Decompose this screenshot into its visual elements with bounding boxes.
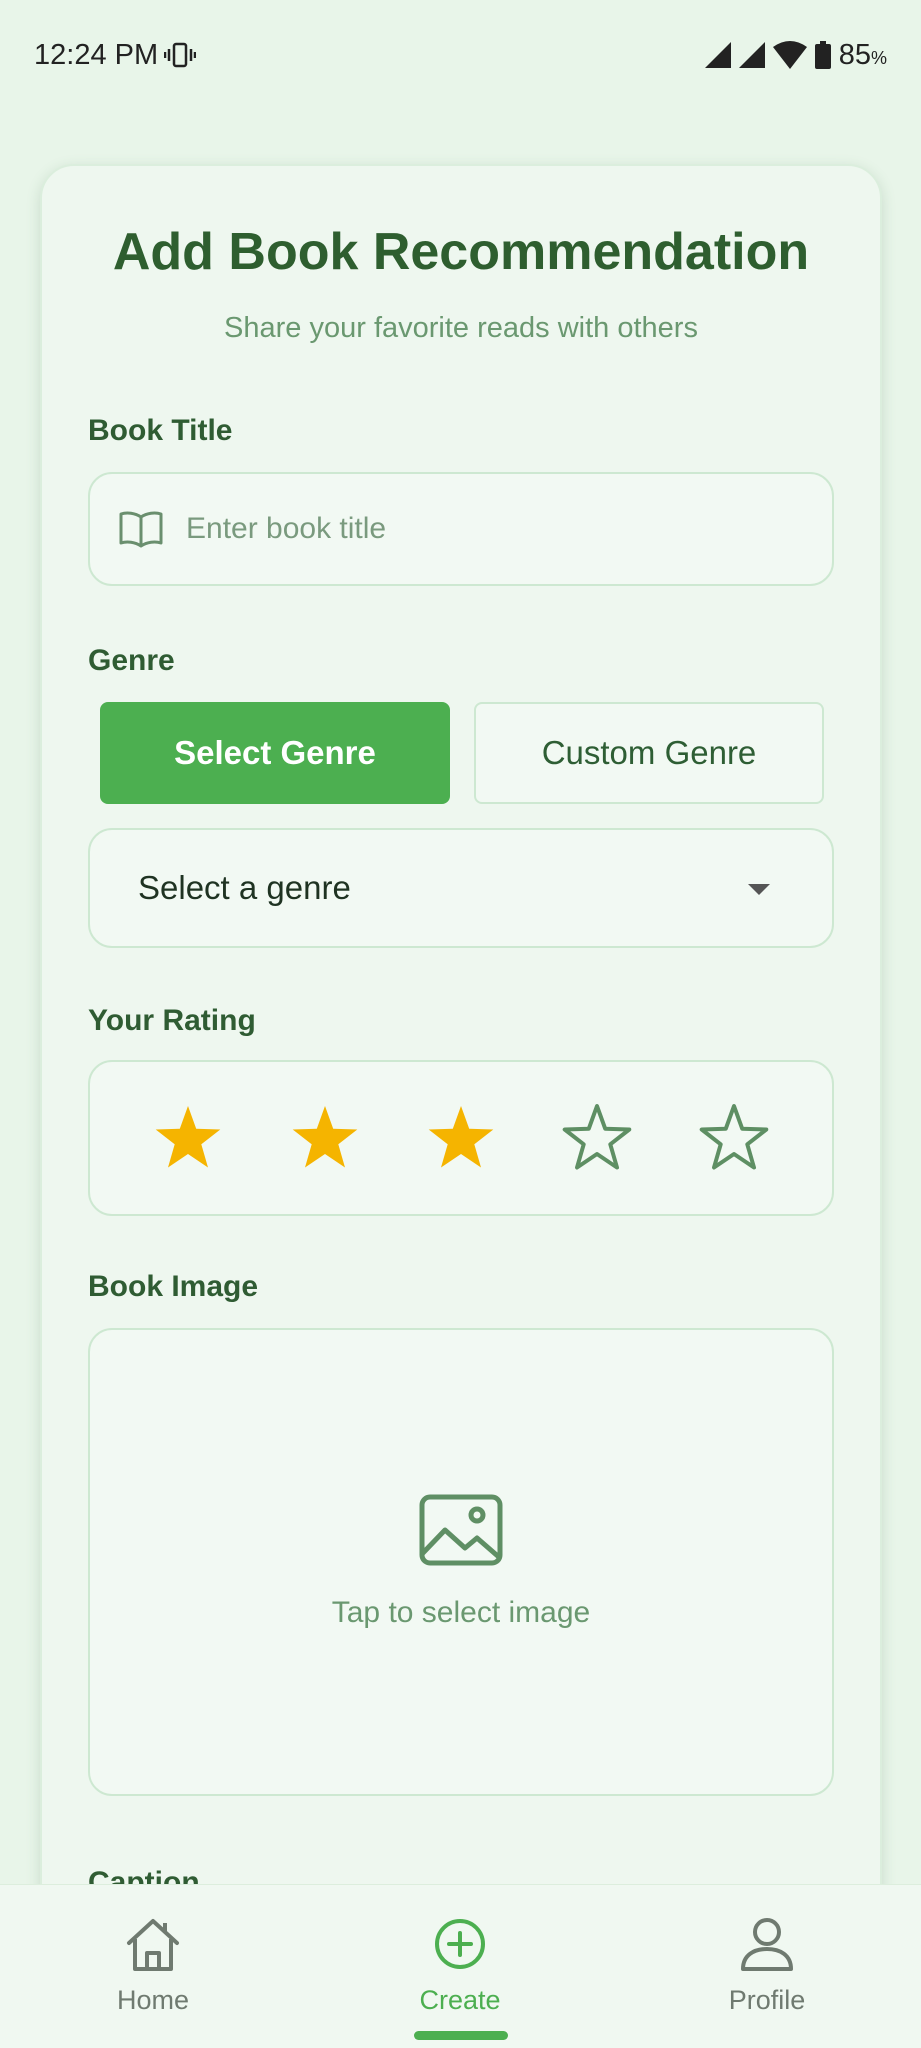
active-tab-indicator [414, 2031, 508, 2040]
nav-home[interactable]: Home [53, 1915, 253, 2016]
status-time: 12:24 PM [34, 38, 159, 71]
book-title-field[interactable] [88, 472, 834, 586]
book-icon [119, 511, 163, 548]
plus-circle-icon [435, 1919, 485, 1969]
custom-genre-button[interactable]: Custom Genre [474, 702, 824, 804]
image-icon [419, 1494, 503, 1566]
user-icon [741, 1918, 793, 1971]
star-empty-icon[interactable] [697, 1101, 771, 1175]
genre-dropdown-value: Select a genre [138, 869, 351, 906]
battery-icon [814, 41, 831, 69]
image-hint: Tap to select image [331, 1596, 591, 1629]
book-image-label: Book Image [88, 1270, 259, 1303]
battery-value: 85 [838, 38, 871, 71]
vibrate-icon [164, 42, 197, 68]
genre-dropdown[interactable]: Select a genre [88, 828, 834, 948]
battery-suffix: % [870, 47, 887, 68]
rating-stars [88, 1060, 834, 1216]
star-filled-icon[interactable] [288, 1101, 362, 1175]
nav-create-label: Create [419, 1985, 501, 2015]
status-left: 12:24 PM [34, 38, 197, 72]
rating-label: Your Rating [88, 1004, 256, 1037]
nav-profile-label: Profile [728, 1985, 806, 2015]
add-book-card: Add Book Recommendation Share your favor… [40, 164, 882, 1924]
star-empty-icon[interactable] [560, 1101, 634, 1175]
page-title: Add Book Recommendation [112, 223, 810, 281]
bottom-nav: Home Create Profile [0, 1884, 921, 2048]
star-filled-icon[interactable] [424, 1101, 498, 1175]
genre-label: Genre [88, 644, 175, 677]
status-bar: 12:24 PM 85% [0, 0, 921, 110]
battery-level: 85% [839, 39, 887, 72]
status-right: 85% [704, 39, 887, 72]
page-subtitle: Share your favorite reads with others [224, 312, 698, 344]
home-icon [127, 1919, 179, 1971]
book-title-label: Book Title [88, 414, 233, 447]
book-title-input[interactable] [186, 512, 786, 546]
star-filled-icon[interactable] [151, 1101, 225, 1175]
nav-home-label: Home [116, 1985, 190, 2015]
nav-profile[interactable]: Profile [667, 1915, 867, 2016]
select-genre-button[interactable]: Select Genre [100, 702, 450, 804]
wifi-icon [772, 41, 807, 69]
nav-create[interactable]: Create [360, 1915, 560, 2016]
dropdown-caret-icon [748, 883, 770, 895]
signal-icon [704, 42, 731, 68]
image-picker[interactable]: Tap to select image [88, 1328, 834, 1796]
signal-icon-2 [738, 42, 765, 68]
